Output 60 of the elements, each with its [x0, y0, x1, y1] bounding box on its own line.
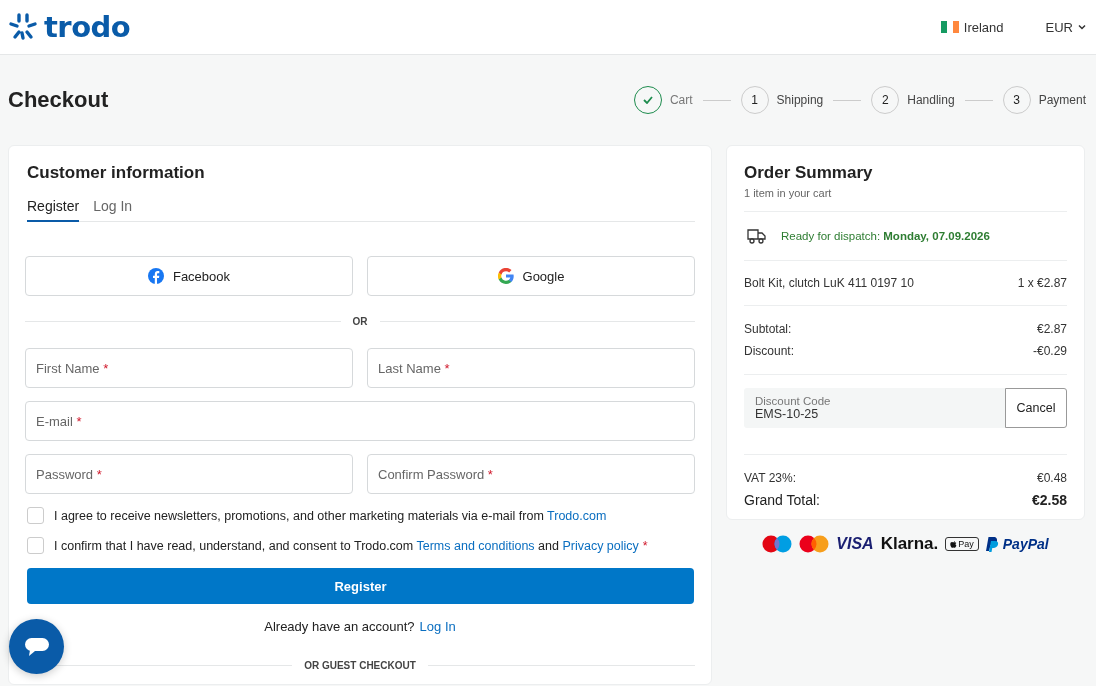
- star-logo-icon: [8, 12, 38, 42]
- item-count: 1 item in your cart: [744, 187, 833, 199]
- vat-label: VAT 23%:: [744, 471, 797, 485]
- product-name: Bolt Kit, clutch LuK 411 0197 10: [744, 276, 914, 290]
- step-label: Payment: [1038, 93, 1086, 107]
- input-field[interactable]: Confirm Password *: [367, 454, 695, 494]
- paypal-icon: [985, 536, 1000, 552]
- google-icon: [497, 268, 514, 284]
- consent-text: I confirm that I have read, understand, and consent to Trodo.com Terms and conditions and Privacy policy *: [54, 538, 648, 553]
- discount-code-field[interactable]: Discount Code EMS-10-25: [744, 388, 1005, 428]
- section-title: Order Summary: [744, 163, 874, 183]
- vat-value: €0.48: [1036, 471, 1067, 485]
- input-field[interactable]: Password *: [25, 454, 353, 494]
- cancel-button[interactable]: Cancel: [1005, 388, 1067, 428]
- login-link[interactable]: Log In: [419, 619, 456, 634]
- facebook-icon: [147, 268, 164, 284]
- flag-icon: [940, 21, 959, 33]
- total-value: €2.87: [1036, 322, 1067, 336]
- consent-text: I agree to receive newsletters, promotions, and other marketing materials via e-mail from Trodo.com: [54, 508, 607, 523]
- product-price: 1 x €2.87: [1017, 276, 1067, 290]
- total-label: Discount:: [744, 344, 795, 358]
- divider-text: OR GUEST CHECKOUT: [304, 660, 416, 671]
- divider-text: OR: [352, 316, 368, 327]
- truck-icon: [747, 227, 767, 245]
- link[interactable]: Terms and conditions: [416, 538, 535, 553]
- chat-bubble-icon: [23, 635, 50, 658]
- input-field[interactable]: First Name *: [25, 348, 353, 388]
- apple-icon: [950, 540, 958, 548]
- dispatch-status: Ready for dispatch: Monday, 07.09.2026: [781, 230, 990, 242]
- logo-text[interactable]: trodo: [44, 10, 131, 44]
- section-title: Customer information: [27, 163, 206, 183]
- link[interactable]: Privacy policy: [562, 538, 639, 553]
- klarna-logo: Klarna.: [880, 534, 939, 554]
- apple-pay-logo: Pay: [945, 537, 979, 551]
- tab[interactable]: Log In: [93, 193, 133, 222]
- currency-selector[interactable]: EUR: [1045, 19, 1073, 35]
- card-circles-icon: [799, 535, 830, 553]
- visa-logo: VISA: [836, 535, 874, 553]
- google-button[interactable]: Google: [367, 256, 695, 296]
- page-title: Checkout: [8, 87, 109, 113]
- checkbox[interactable]: [27, 507, 44, 524]
- step-label: Shipping: [776, 93, 824, 107]
- facebook-button[interactable]: Facebook: [25, 256, 353, 296]
- link[interactable]: Trodo.com: [547, 508, 607, 523]
- total-label: Subtotal:: [744, 322, 792, 336]
- grand-total-value: €2.58: [1031, 492, 1067, 508]
- prompt-text: Already have an account?: [264, 619, 415, 634]
- grand-total-label: Grand Total:: [744, 492, 820, 508]
- country-selector[interactable]: Ireland: [963, 19, 1004, 35]
- step-label: Cart: [669, 93, 693, 107]
- step-label: Handling: [907, 93, 955, 107]
- card-circles-icon: [762, 535, 793, 553]
- register-button[interactable]: Register: [27, 568, 694, 604]
- caret-icon: [1078, 24, 1086, 30]
- total-value: -€0.29: [1032, 344, 1067, 358]
- checkbox[interactable]: [27, 537, 44, 554]
- input-field[interactable]: Last Name *: [367, 348, 695, 388]
- input-field[interactable]: E-mail *: [25, 401, 695, 441]
- paypal-logo: PayPal: [985, 536, 1049, 552]
- tab[interactable]: Register: [27, 193, 80, 222]
